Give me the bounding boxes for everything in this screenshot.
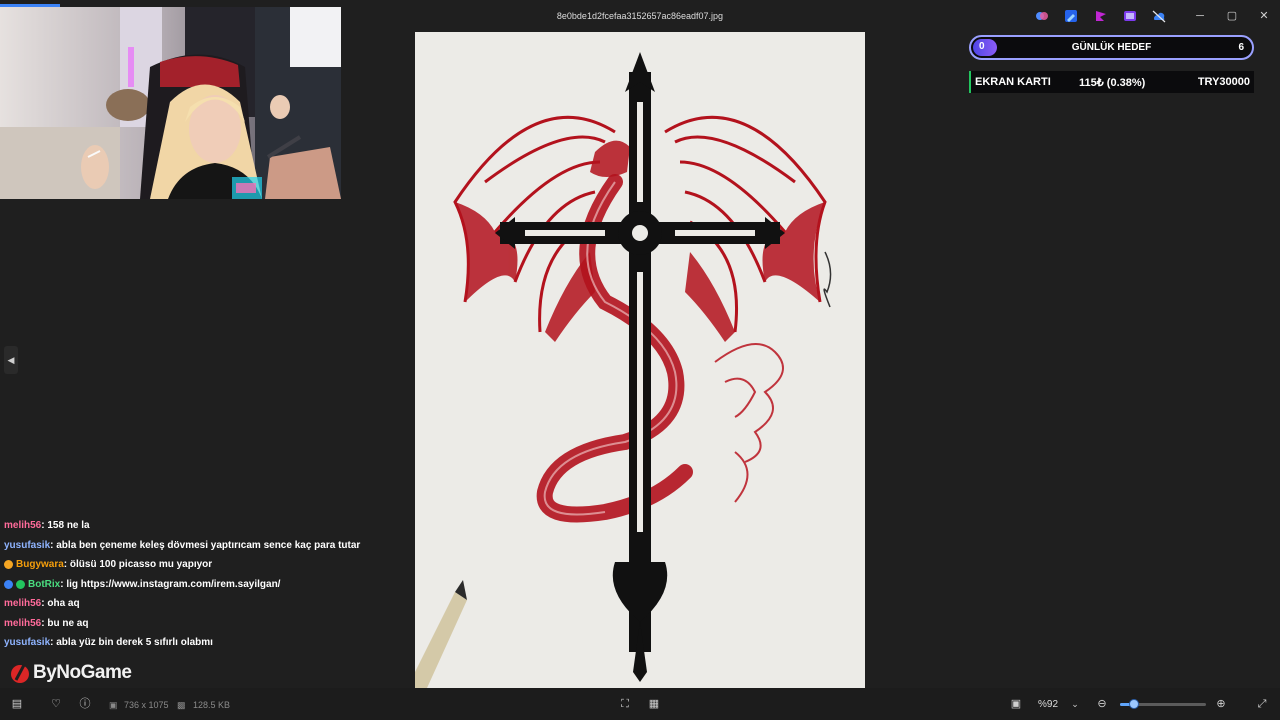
chat-message-text: : 158 ne la bbox=[41, 520, 90, 532]
chat-message-text: : ölüsü 100 picasso mu yapıyor bbox=[63, 559, 213, 571]
chat-username: yusufasik bbox=[4, 637, 51, 649]
ticker-value: TRY30000 bbox=[1197, 76, 1250, 88]
ticker-change: 115₺ (0.38%) bbox=[1079, 77, 1146, 89]
webcam-scene bbox=[0, 7, 341, 199]
filmstrip-icon[interactable]: ▤ bbox=[9, 697, 25, 711]
bynogame-logo-text: ByNoGame bbox=[33, 662, 132, 683]
chat-message-text: : lig https://www.instagram.com/irem.say… bbox=[60, 578, 281, 590]
previous-image-button[interactable]: ◀ bbox=[4, 346, 18, 374]
chat-badge-icon bbox=[4, 579, 13, 589]
zoom-slider[interactable] bbox=[1120, 699, 1206, 709]
zoom-out-icon[interactable]: ⊖ bbox=[1094, 697, 1110, 711]
file-size: 128.5 KB bbox=[193, 700, 231, 710]
chat-message-text: : bu ne aq bbox=[41, 617, 89, 629]
clipchamp-icon[interactable] bbox=[1123, 9, 1137, 23]
onedrive-offline-icon[interactable] bbox=[1152, 9, 1166, 23]
chat-username: melih56 bbox=[4, 520, 42, 532]
chat-badge-icon bbox=[16, 579, 25, 589]
bynogame-logo: ByNoGame bbox=[10, 660, 132, 686]
chat-message-text: : abla yüz bin derek 5 sıfırlı olabmı bbox=[50, 637, 213, 649]
close-button[interactable]: ✕ bbox=[1255, 8, 1273, 24]
zoom-dropdown-chevron-icon[interactable]: ⌄ bbox=[1067, 697, 1083, 711]
webcam-feed bbox=[0, 7, 341, 199]
fullscreen-icon[interactable]: ⤢ bbox=[1254, 697, 1270, 711]
minimize-button[interactable]: ─ bbox=[1191, 8, 1209, 24]
chat-username: BotRix bbox=[28, 578, 61, 590]
chat-username: melih56 bbox=[4, 598, 42, 610]
daily-goal-target: 6 bbox=[1238, 42, 1244, 53]
info-icon[interactable]: ⓘ bbox=[77, 697, 93, 711]
favorite-heart-icon[interactable]: ♡ bbox=[48, 697, 64, 711]
image-dimensions: 736 x 1075 bbox=[124, 700, 169, 710]
chat-username: Bugywara bbox=[16, 559, 64, 571]
bynogame-logo-icon bbox=[11, 664, 29, 683]
chat-overlay: melih56 : 158 ne la yusufasik : abla ben … bbox=[4, 516, 404, 653]
screenshot-icon[interactable]: ▣ bbox=[1008, 697, 1024, 711]
ticker-name: EKRAN KARTI bbox=[975, 76, 1051, 88]
status-bar: ▤ ♡ ⓘ ▣ 736 x 1075 ▩ 128.5 KB ⛶ ▦ ▣ %92 … bbox=[0, 688, 1280, 720]
chat-message-text: : abla ben çeneme keleş dövmesi yaptırıc… bbox=[50, 539, 361, 551]
maximize-button[interactable]: ▢ bbox=[1223, 8, 1241, 24]
chat-message: yusufasik : abla yüz bin derek 5 sıfırlı… bbox=[4, 633, 404, 653]
chat-badge-icon bbox=[4, 560, 13, 570]
chat-message: melih56 : 158 ne la bbox=[4, 516, 404, 536]
dragon-cross-drawing bbox=[415, 52, 832, 688]
crop-icon[interactable]: ⛶ bbox=[617, 697, 633, 711]
zoom-slider-thumb[interactable] bbox=[1128, 699, 1139, 709]
designer-icon[interactable] bbox=[1094, 9, 1108, 23]
chat-username: yusufasik bbox=[4, 539, 51, 551]
edit-image-icon[interactable] bbox=[1064, 9, 1078, 23]
file-size-icon: ▩ bbox=[177, 700, 186, 710]
zoom-level[interactable]: %92 bbox=[1038, 699, 1058, 710]
chat-message: Bugywara : ölüsü 100 picasso mu yapıyor bbox=[4, 555, 404, 575]
dimensions-icon: ▣ bbox=[109, 700, 118, 710]
visual-search-icon[interactable]: ▦ bbox=[646, 697, 662, 711]
chat-message-text: : oha aq bbox=[41, 598, 80, 610]
chat-username: melih56 bbox=[4, 617, 42, 629]
daily-goal-bar: 0 GÜNLÜK HEDEF 6 bbox=[969, 35, 1254, 60]
copilot-icon[interactable] bbox=[1035, 9, 1049, 23]
chat-message: melih56 : oha aq bbox=[4, 594, 404, 614]
artwork-image bbox=[415, 32, 865, 688]
chat-message: BotRix : lig https://www.instagram.com/i… bbox=[4, 575, 404, 595]
chat-message: melih56 : bu ne aq bbox=[4, 614, 404, 634]
chat-message: yusufasik : abla ben çeneme keleş dövmes… bbox=[4, 536, 404, 556]
daily-goal-label: GÜNLÜK HEDEF bbox=[1071, 42, 1152, 53]
gpu-donation-ticker: EKRAN KARTI 115₺ (0.38%) TRY30000 bbox=[969, 71, 1254, 93]
zoom-in-icon[interactable]: ⊕ bbox=[1213, 697, 1229, 711]
